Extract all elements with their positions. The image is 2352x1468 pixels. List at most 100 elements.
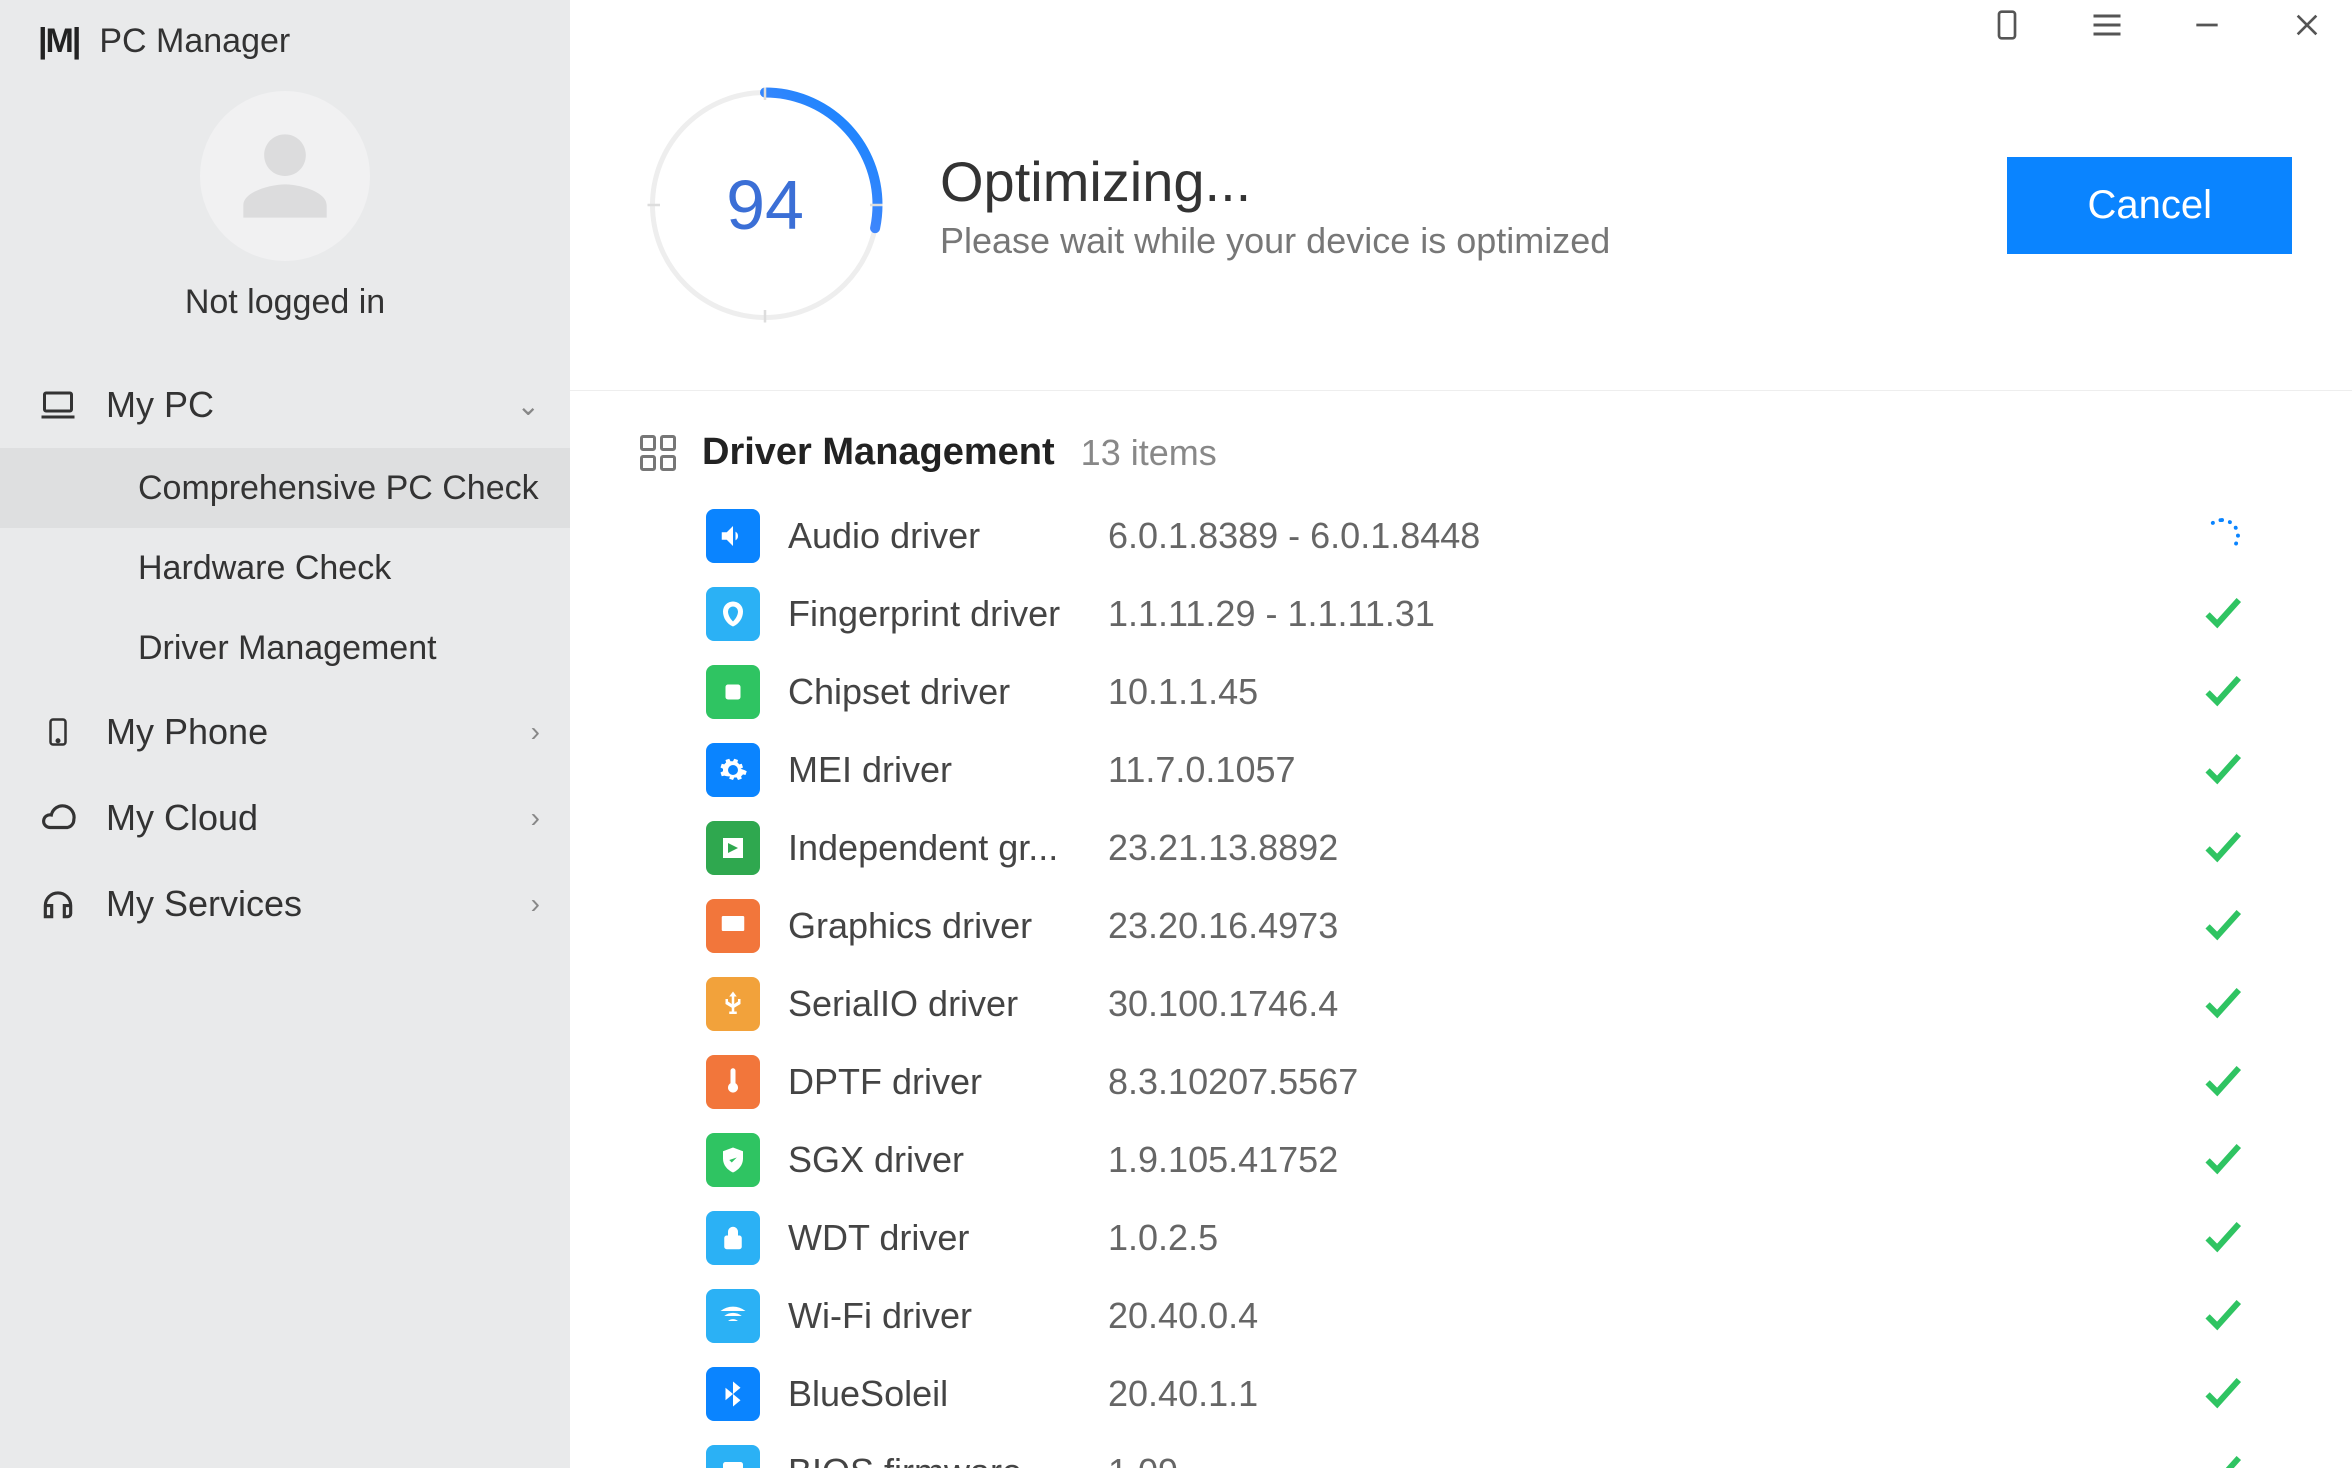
speaker-icon (706, 509, 760, 563)
check-icon (2198, 666, 2246, 719)
driver-status (2192, 666, 2252, 719)
driver-version: 8.3.10207.5567 (1108, 1061, 2192, 1103)
check-icon (2198, 1290, 2246, 1343)
score-value: 94 (640, 80, 890, 330)
driver-row[interactable]: SerialIO driver30.100.1746.4 (706, 968, 2292, 1040)
driver-row[interactable]: Wi-Fi driver20.40.0.4 (706, 1280, 2292, 1352)
driver-status (2192, 978, 2252, 1031)
sidebar-item-my-services[interactable]: My Services › (0, 861, 570, 947)
cancel-button[interactable]: Cancel (2007, 157, 2292, 254)
driver-section: Driver Management 13 items Audio driver6… (570, 391, 2352, 1468)
driver-row[interactable]: DPTF driver8.3.10207.5567 (706, 1046, 2292, 1118)
profile-block[interactable]: Not logged in (0, 91, 570, 362)
usb-icon (706, 977, 760, 1031)
section-count: 13 items (1081, 432, 1217, 474)
driver-version: 30.100.1746.4 (1108, 983, 2192, 1025)
chip-icon (706, 665, 760, 719)
driver-row[interactable]: Graphics driver23.20.16.4973 (706, 890, 2292, 962)
driver-row[interactable]: WDT driver1.0.2.5 (706, 1202, 2292, 1274)
check-icon (2198, 1446, 2246, 1468)
driver-status (2192, 1212, 2252, 1265)
driver-status (2192, 744, 2252, 797)
driver-row[interactable]: Fingerprint driver1.1.11.29 - 1.1.11.31 (706, 578, 2292, 650)
chevron-right-icon: › (531, 888, 540, 920)
driver-list: Audio driver6.0.1.8389 - 6.0.1.8448Finge… (640, 500, 2292, 1468)
driver-version: 1.0.2.5 (1108, 1217, 2192, 1259)
driver-status (2192, 588, 2252, 641)
driver-row[interactable]: Independent gr...23.21.13.8892 (706, 812, 2292, 884)
phone-link-button[interactable] (1982, 0, 2032, 50)
wifi-icon (706, 1289, 760, 1343)
sidebar-sub-hardware-check[interactable]: Hardware Check (0, 528, 570, 608)
driver-status (2192, 1446, 2252, 1468)
close-button[interactable] (2282, 0, 2332, 50)
driver-row[interactable]: BlueSoleil20.40.1.1 (706, 1358, 2292, 1430)
driver-status (2192, 1056, 2252, 1109)
driver-row[interactable]: Audio driver6.0.1.8389 - 6.0.1.8448 (706, 500, 2292, 572)
driver-name: Wi-Fi driver (788, 1295, 1098, 1337)
check-icon (2198, 1368, 2246, 1421)
driver-name: BIOS firmware (788, 1451, 1098, 1468)
driver-version: 20.40.0.4 (1108, 1295, 2192, 1337)
nav: My PC ⌄ Comprehensive PC Check Hardware … (0, 362, 570, 1468)
driver-status (2192, 1290, 2252, 1343)
driver-status (2192, 822, 2252, 875)
driver-version: 23.21.13.8892 (1108, 827, 2192, 869)
hero-subtitle: Please wait while your device is optimiz… (940, 220, 2007, 262)
driver-name: SerialIO driver (788, 983, 1098, 1025)
score-ring: 94 (640, 80, 890, 330)
app-title: PC Manager (99, 22, 290, 61)
check-icon (2198, 588, 2246, 641)
check-icon (2198, 1056, 2246, 1109)
headset-icon (38, 884, 78, 924)
sidebar-item-my-phone[interactable]: My Phone › (0, 689, 570, 775)
thermo-icon (706, 1055, 760, 1109)
sidebar: |M| PC Manager Not logged in My PC ⌄ Com… (0, 0, 570, 1468)
sidebar-item-my-cloud[interactable]: My Cloud › (0, 775, 570, 861)
display-icon (706, 899, 760, 953)
driver-name: BlueSoleil (788, 1373, 1098, 1415)
check-icon (2198, 900, 2246, 953)
driver-name: Independent gr... (788, 827, 1098, 869)
avatar (200, 91, 370, 261)
driver-row[interactable]: BIOS firmware 1.09 (706, 1436, 2292, 1468)
driver-name: MEI driver (788, 749, 1098, 791)
dashboard-icon (640, 435, 676, 471)
driver-row[interactable]: MEI driver11.7.0.1057 (706, 734, 2292, 806)
driver-version: 6.0.1.8389 - 6.0.1.8448 (1108, 515, 2192, 557)
check-icon (2198, 744, 2246, 797)
sidebar-item-label: My Phone (106, 711, 268, 753)
driver-row[interactable]: SGX driver1.9.105.41752 (706, 1124, 2292, 1196)
driver-name: DPTF driver (788, 1061, 1098, 1103)
sidebar-item-my-pc[interactable]: My PC ⌄ (0, 362, 570, 448)
driver-version: 1.09 (1108, 1451, 2192, 1468)
app-logo: |M| (38, 22, 79, 61)
check-icon (2198, 978, 2246, 1031)
driver-row[interactable]: Chipset driver10.1.1.45 (706, 656, 2292, 728)
loading-icon (2204, 518, 2240, 554)
driver-name: Fingerprint driver (788, 593, 1098, 635)
sidebar-sub-driver-management[interactable]: Driver Management (0, 608, 570, 688)
driver-version: 1.1.11.29 - 1.1.11.31 (1108, 593, 2192, 635)
chevron-right-icon: › (531, 716, 540, 748)
bios-icon (706, 1445, 760, 1468)
driver-status (2192, 900, 2252, 953)
minimize-button[interactable] (2182, 0, 2232, 50)
sidebar-sub-comprehensive-check[interactable]: Comprehensive PC Check (0, 448, 570, 528)
driver-status (2192, 1368, 2252, 1421)
menu-button[interactable] (2082, 0, 2132, 50)
hero-title: Optimizing... (940, 149, 2007, 214)
driver-version: 11.7.0.1057 (1108, 749, 2192, 791)
chevron-down-icon: ⌄ (517, 389, 540, 422)
cloud-icon (38, 798, 78, 838)
driver-status (2192, 1134, 2252, 1187)
check-icon (2198, 1212, 2246, 1265)
sidebar-item-label: My PC (106, 384, 214, 426)
driver-name: WDT driver (788, 1217, 1098, 1259)
main: 94 Optimizing... Please wait while your … (570, 0, 2352, 1468)
driver-name: Chipset driver (788, 671, 1098, 713)
driver-name: Graphics driver (788, 905, 1098, 947)
driver-version: 10.1.1.45 (1108, 671, 2192, 713)
nvidia-icon (706, 821, 760, 875)
driver-name: SGX driver (788, 1139, 1098, 1181)
